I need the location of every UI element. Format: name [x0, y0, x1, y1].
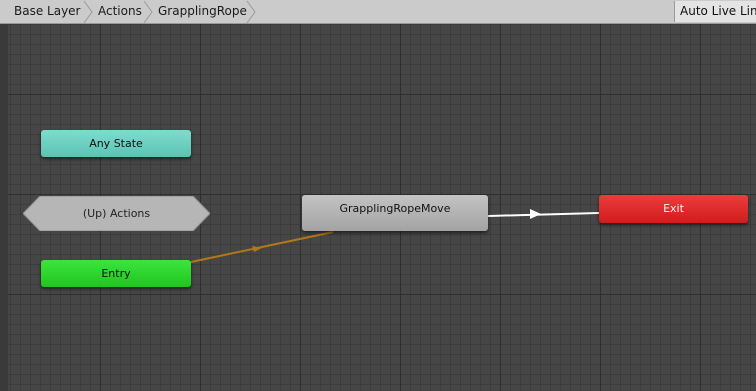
- transition-arrow-icon: [530, 209, 541, 219]
- any-state-node[interactable]: Any State: [41, 130, 191, 157]
- grappling-rope-move-label: GrapplingRopeMove: [339, 202, 451, 215]
- exit-node[interactable]: Exit: [599, 195, 748, 223]
- grappling-rope-move-state-node[interactable]: GrapplingRopeMove: [302, 195, 488, 231]
- transition-line-move-to-exit[interactable]: [487, 212, 600, 217]
- up-actions-label: (Up) Actions: [82, 207, 151, 220]
- exit-label: Exit: [663, 202, 684, 215]
- any-state-label: Any State: [89, 137, 143, 150]
- up-actions-node[interactable]: (Up) Actions: [23, 196, 210, 231]
- entry-transition-line[interactable]: [190, 231, 334, 263]
- entry-label: Entry: [101, 267, 131, 280]
- entry-node[interactable]: Entry: [41, 260, 191, 287]
